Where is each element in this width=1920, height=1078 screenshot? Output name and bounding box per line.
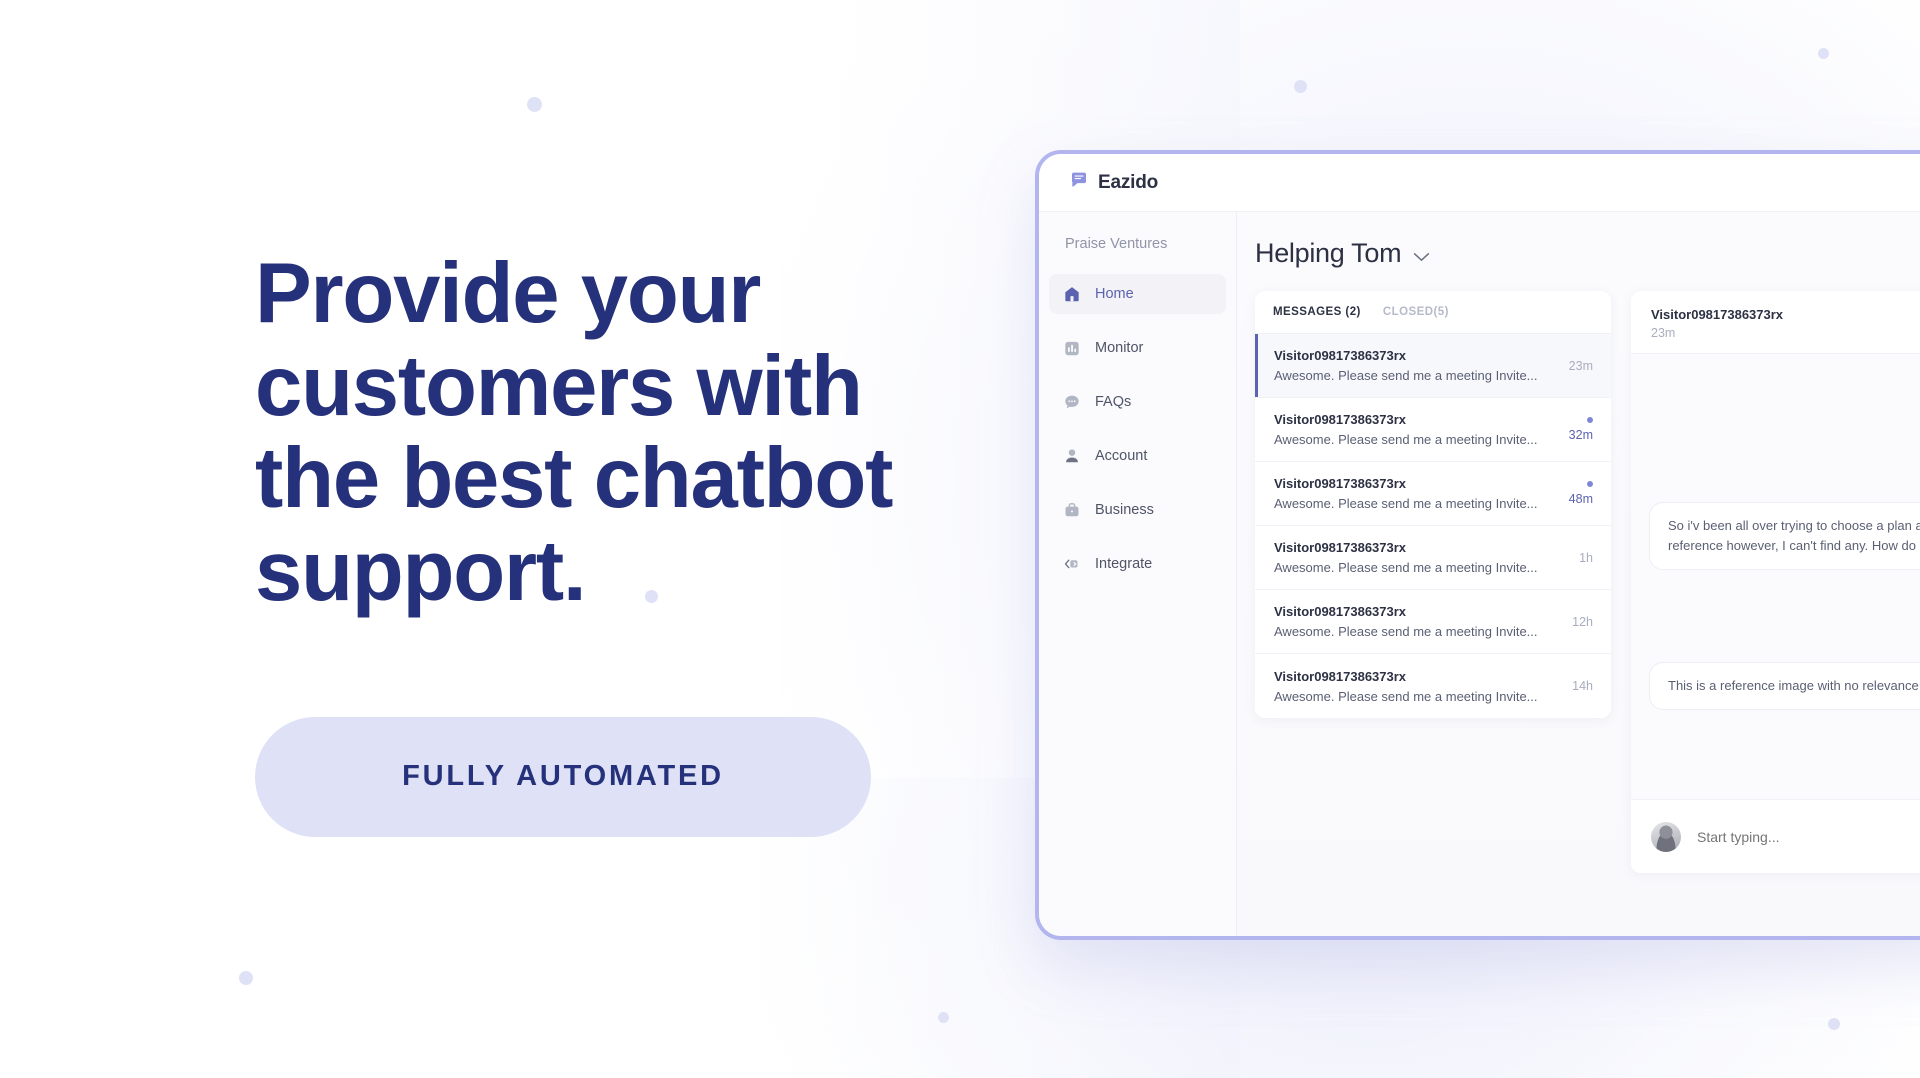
conversation-text: Visitor09817386373rx Awesome. Please send… [1274, 604, 1559, 639]
home-icon [1063, 285, 1081, 303]
conversation-meta: 23m [1559, 359, 1593, 373]
sidebar: Praise Ventures Home Monitor FAQs Accoun… [1039, 212, 1237, 936]
conversation-snippet: Awesome. Please send me a meeting Invite… [1274, 432, 1538, 447]
chat-header: Visitor09817386373rx 23m [1631, 291, 1920, 354]
conversation-meta: 48m [1559, 481, 1593, 506]
conversation-name: Visitor09817386373rx [1274, 604, 1407, 619]
conversation-row[interactable]: Visitor09817386373rx Awesome. Please send… [1255, 526, 1611, 590]
conversation-snippet: Awesome. Please send me a meeting Invite… [1274, 496, 1538, 511]
eazido-logo-icon [1069, 170, 1089, 195]
page-root: Provide your customers with the best cha… [0, 0, 1920, 1078]
conversation-timestamp: 48m [1568, 492, 1593, 506]
sidebar-item-account[interactable]: Account [1049, 436, 1226, 476]
sidebar-item-label: Integrate [1095, 556, 1153, 572]
brand-logo[interactable]: Eazido [1069, 170, 1158, 195]
decorative-dot [1828, 1018, 1840, 1030]
conversation-timestamp: 32m [1568, 428, 1593, 442]
hero-headline: Provide your customers with the best cha… [255, 246, 893, 619]
conversation-timestamp: 1h [1579, 550, 1593, 565]
tab-closed[interactable]: CLOSED(5) [1383, 306, 1449, 318]
tab-messages[interactable]: MESSAGES (2) [1273, 306, 1361, 318]
sidebar-item-business[interactable]: Business [1049, 490, 1226, 530]
chat-message-input[interactable] [1697, 828, 1920, 845]
conversation-snippet: Awesome. Please send me a meeting Invite… [1274, 368, 1538, 383]
main-header: Helping Tom [1255, 238, 1920, 269]
sidebar-item-home[interactable]: Home [1049, 274, 1226, 314]
chevron-down-icon[interactable] [1413, 249, 1430, 261]
person-icon [1063, 447, 1081, 465]
workspace-name: Praise Ventures [1065, 236, 1168, 252]
sidebar-item-integrate[interactable]: Integrate [1049, 544, 1226, 584]
sidebar-item-faqs[interactable]: FAQs [1049, 382, 1226, 422]
chat-panel: Visitor09817386373rx 23m So i'v been all… [1631, 291, 1920, 873]
conversation-name: Visitor09817386373rx [1274, 668, 1407, 684]
conversation-name: Visitor09817386373rx [1274, 348, 1407, 363]
code-brackets-icon [1063, 555, 1081, 573]
conversation-meta: 32m [1559, 417, 1593, 442]
conversation-snippet: Awesome. Please send me a meeting Invite… [1274, 560, 1538, 575]
conversation-timestamp: 23m [1568, 358, 1593, 373]
conversation-tabs: MESSAGES (2) CLOSED(5) [1255, 291, 1611, 334]
chat-bubble: So i'v been all over trying to choose a … [1649, 502, 1920, 571]
conversation-timestamp: 14h [1572, 679, 1593, 693]
conversation-row[interactable]: Visitor09817386373rx Awesome. Please send… [1255, 398, 1611, 462]
unread-dot-icon [1587, 481, 1593, 487]
app-window-mockup: Eazido Praise Ventures Home Monitor FAQs… [1035, 150, 1920, 940]
conversation-text: Visitor09817386373rx Awesome. Please send… [1274, 348, 1559, 383]
conversation-row[interactable]: Visitor09817386373rx Awesome. Please send… [1255, 334, 1611, 398]
conversation-snippet: Awesome. Please send me a meeting Invite… [1274, 688, 1538, 704]
conversation-name: Visitor09817386373rx [1274, 412, 1407, 427]
conversation-text: Visitor09817386373rx Awesome. Please send… [1274, 540, 1559, 575]
sidebar-item-label: Home [1095, 286, 1134, 302]
chat-messages: So i'v been all over trying to choose a … [1631, 354, 1920, 799]
chat-visitor-name: Visitor09817386373rx [1651, 307, 1784, 322]
sidebar-item-label: FAQs [1095, 394, 1132, 410]
decorative-dot [527, 97, 542, 112]
conversation-meta: 12h [1559, 615, 1593, 629]
conversation-row[interactable]: Visitor09817386373rx Awesome. Please send… [1255, 590, 1611, 654]
chat-bubble-icon [1063, 393, 1081, 411]
app-body: Praise Ventures Home Monitor FAQs Accoun… [1039, 212, 1920, 936]
conversation-text: Visitor09817386373rx Awesome. Please send… [1274, 669, 1559, 704]
conversation-row[interactable]: Visitor09817386373rx Awesome. Please send… [1255, 654, 1611, 718]
chat-bubble: This is a reference image with no releva… [1649, 662, 1920, 711]
conversation-text: Visitor09817386373rx Awesome. Please send… [1274, 412, 1559, 447]
sidebar-item-label: Monitor [1095, 340, 1144, 356]
brand-name: Eazido [1098, 171, 1159, 193]
conversation-rows: Visitor09817386373rx Awesome. Please send… [1255, 334, 1611, 718]
conversation-list-card: MESSAGES (2) CLOSED(5) Visitor0981738637… [1255, 291, 1611, 718]
sidebar-item-label: Business [1095, 502, 1154, 518]
page-title: Helping Tom [1255, 238, 1402, 268]
decorative-dot [1294, 80, 1307, 93]
chat-visitor-time: 23m [1651, 326, 1676, 340]
decorative-dot [1818, 48, 1829, 59]
unread-dot-icon [1587, 417, 1593, 423]
decorative-dot [239, 971, 253, 985]
app-topbar: Eazido [1039, 154, 1920, 212]
conversation-name: Visitor09817386373rx [1274, 476, 1407, 491]
conversation-meta: 1h [1559, 551, 1593, 565]
conversation-name: Visitor09817386373rx [1274, 540, 1407, 555]
hero-section: Provide your customers with the best cha… [255, 246, 975, 837]
chart-bars-icon [1063, 339, 1081, 357]
panels-row: MESSAGES (2) CLOSED(5) Visitor0981738637… [1255, 291, 1920, 873]
conversation-row[interactable]: Visitor09817386373rx Awesome. Please send… [1255, 462, 1611, 526]
conversation-text: Visitor09817386373rx Awesome. Please send… [1274, 476, 1559, 511]
decorative-dot [938, 1012, 949, 1023]
sidebar-item-monitor[interactable]: Monitor [1049, 328, 1226, 368]
conversation-snippet: Awesome. Please send me a meeting Invite… [1274, 624, 1538, 639]
main-content: Helping Tom MESSAGES (2) CLOSED(5) Visit… [1237, 212, 1920, 936]
fully-automated-button[interactable]: FULLY AUTOMATED [255, 716, 871, 837]
briefcase-icon [1063, 501, 1081, 519]
conversation-timestamp: 12h [1572, 614, 1593, 629]
avatar [1651, 821, 1681, 852]
sidebar-item-label: Account [1095, 448, 1148, 464]
conversation-meta: 14h [1559, 679, 1593, 693]
chat-input-bar[interactable] [1631, 799, 1920, 873]
